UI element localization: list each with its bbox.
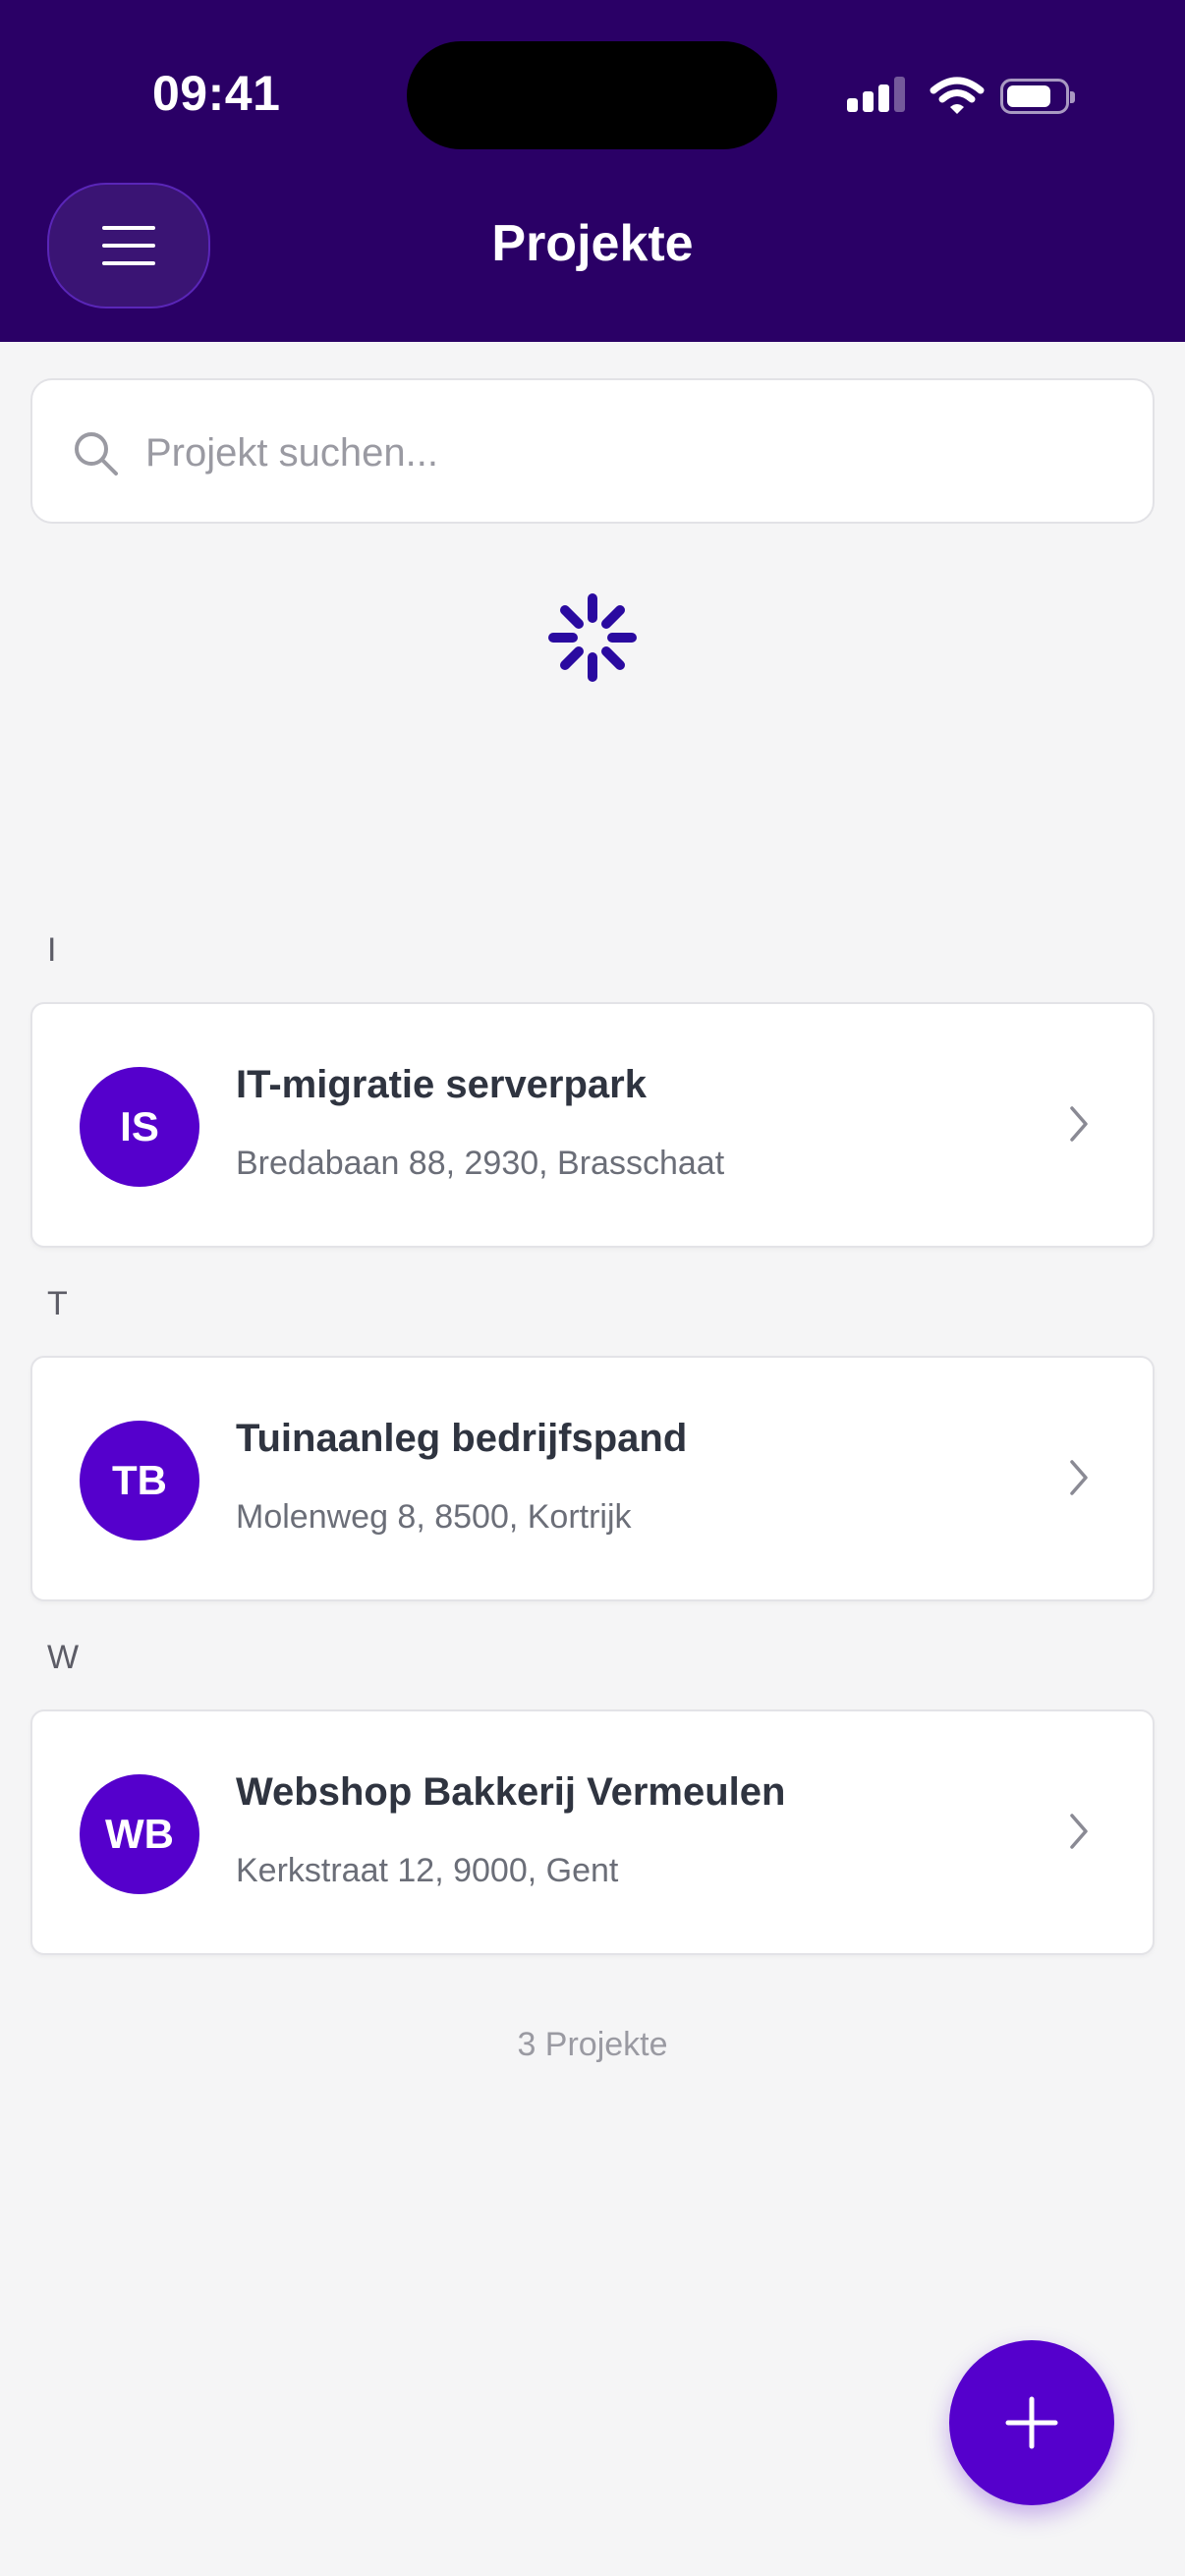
project-name: Tuinaanleg bedrijfspand <box>236 1417 688 1460</box>
plus-icon <box>1005 2396 1058 2449</box>
battery-icon <box>1000 79 1075 114</box>
search-box[interactable] <box>30 378 1155 524</box>
project-address: Kerkstraat 12, 9000, Gent <box>236 1852 619 1889</box>
dynamic-island <box>407 41 777 149</box>
search-icon <box>75 432 118 476</box>
app-header: 09:41 Projekte <box>0 0 1185 342</box>
chevron-right-icon <box>1070 1814 1088 1849</box>
project-card-tuinaanleg[interactable]: TB Tuinaanleg bedrijfspand Molenweg 8, 8… <box>30 1356 1155 1601</box>
search-input[interactable] <box>145 410 1108 496</box>
add-project-button[interactable] <box>949 2340 1114 2505</box>
section-header-t: T <box>47 1285 68 1322</box>
section-header-w: W <box>47 1639 80 1676</box>
project-address: Bredabaan 88, 2930, Brasschaat <box>236 1145 725 1182</box>
spinner-icon <box>548 593 637 682</box>
status-time: 09:41 <box>152 66 281 121</box>
project-avatar: TB <box>80 1421 199 1540</box>
projects-screen: 09:41 Projekte Projekt suchen... I IS IT… <box>0 0 1185 2576</box>
project-count: 3 Projekte <box>517 2026 668 2063</box>
project-address: Molenweg 8, 8500, Kortrijk <box>236 1498 632 1536</box>
chevron-right-icon <box>1070 1460 1088 1495</box>
project-card-webshop[interactable]: WB Webshop Bakkerij Vermeulen Kerkstraat… <box>30 1709 1155 1955</box>
project-card-it-migratie[interactable]: IS IT-migratie serverpark Bredabaan 88, … <box>30 1002 1155 1248</box>
project-avatar: WB <box>80 1774 199 1894</box>
status-icons <box>847 75 1083 118</box>
section-header-i: I <box>47 931 57 969</box>
project-name: Webshop Bakkerij Vermeulen <box>236 1770 786 1814</box>
chevron-right-icon <box>1070 1106 1088 1142</box>
signal-icon <box>847 75 906 118</box>
project-avatar: IS <box>80 1067 199 1187</box>
project-name: IT-migratie serverpark <box>236 1063 647 1106</box>
page-title: Projekte <box>491 215 694 272</box>
wifi-icon <box>930 77 985 114</box>
